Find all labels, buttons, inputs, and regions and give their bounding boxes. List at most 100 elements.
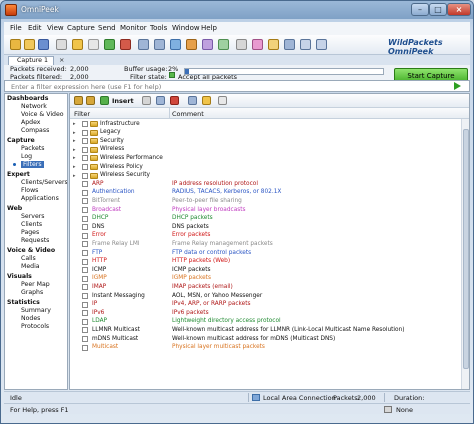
filter-enable-checkbox[interactable] <box>82 121 88 127</box>
nav-item-applications[interactable]: Applications <box>21 195 59 202</box>
filter-row[interactable]: IPv6 IPv6 packets <box>70 309 461 318</box>
network-icon[interactable] <box>154 39 165 50</box>
filter-row[interactable]: ICMP ICMP packets <box>70 266 461 275</box>
scrollbar-thumb[interactable] <box>463 129 469 369</box>
maximize-button[interactable]: □ <box>429 3 447 16</box>
menu-help[interactable]: Help <box>201 24 217 32</box>
nav-item-requests[interactable]: Requests <box>21 237 49 244</box>
filter-enable-checkbox[interactable] <box>82 198 88 205</box>
filter-row[interactable]: Error Error packets <box>70 232 461 241</box>
filter-enable-checkbox[interactable] <box>82 241 88 248</box>
tab-capture-1[interactable]: Capture 1 <box>8 56 54 65</box>
filter-enable-checkbox[interactable] <box>82 293 88 299</box>
column-header-filter[interactable]: Filter <box>74 110 90 118</box>
filter-row[interactable]: Instant Messaging AOL, MSN, or Yahoo Mess… <box>70 292 461 301</box>
filter-enable-checkbox[interactable] <box>82 224 88 231</box>
new-capture-icon[interactable] <box>10 39 21 50</box>
expand-arrow-icon[interactable]: ▸ <box>73 164 76 170</box>
nav-item-nodes[interactable]: Nodes <box>21 315 40 322</box>
insert-icon[interactable] <box>100 96 109 105</box>
nav-visuals-header[interactable]: Visuals <box>7 273 32 280</box>
nav-item-compass[interactable]: Compass <box>21 127 49 134</box>
filter-row[interactable]: LDAP Lightweight directory access protoco… <box>70 318 461 327</box>
folder-icon[interactable] <box>72 39 83 50</box>
filter-enable-checkbox[interactable] <box>82 129 88 136</box>
adapter-icon[interactable] <box>170 39 181 50</box>
menu-window[interactable]: Window <box>172 24 200 32</box>
filter-row[interactable]: ▸ Wireless Policy <box>70 163 461 172</box>
filter-row[interactable]: Multicast Physical layer multicast packet… <box>70 344 461 353</box>
filter-enable-checkbox[interactable] <box>82 138 88 145</box>
menu-capture[interactable]: Capture <box>67 24 95 32</box>
filter-enable-checkbox[interactable] <box>82 155 88 162</box>
menu-file[interactable]: File <box>10 24 22 32</box>
nav-item-apdex[interactable]: Apdex <box>21 119 40 126</box>
column-separator[interactable] <box>169 108 170 119</box>
nav-item-calls[interactable]: Calls <box>21 255 36 262</box>
nav-item-clients-servers[interactable]: Clients/Servers <box>21 179 67 186</box>
filter-enable-checkbox[interactable] <box>82 284 88 291</box>
menu-tools[interactable]: Tools <box>150 24 167 32</box>
filter-enable-checkbox[interactable] <box>82 275 88 282</box>
print-icon[interactable] <box>56 39 67 50</box>
filter-enable-checkbox[interactable] <box>82 207 88 213</box>
duplicate-icon[interactable] <box>156 96 165 105</box>
nav-item-network[interactable]: Network <box>21 103 47 110</box>
apply-filter-arrow-icon[interactable] <box>454 82 461 90</box>
expand-arrow-icon[interactable]: ▸ <box>73 155 76 161</box>
insert-button[interactable]: Insert <box>112 97 134 105</box>
nav-web-header[interactable]: Web <box>7 205 22 212</box>
filter-expression-input[interactable] <box>11 82 447 91</box>
delete-icon[interactable] <box>170 96 179 105</box>
edit-icon[interactable] <box>142 96 151 105</box>
filter-row[interactable]: IP IPv4, ARP, or RARP packets <box>70 301 461 310</box>
filter-row[interactable]: LLMNR Multicast Well-known multicast addr… <box>70 326 461 335</box>
nav-item-packets[interactable]: Packets <box>21 145 44 152</box>
filter-group-icon[interactable] <box>86 96 95 105</box>
minimize-button[interactable]: – <box>411 3 429 16</box>
filter-row[interactable]: ARP IP address resolution protocol <box>70 180 461 189</box>
menu-send[interactable]: Send <box>98 24 116 32</box>
filter-row[interactable]: HTTP HTTP packets (Web) <box>70 258 461 267</box>
nav-expert-header[interactable]: Expert <box>7 171 30 178</box>
nav-statistics-header[interactable]: Statistics <box>7 299 40 306</box>
nav-item-graphs[interactable]: Graphs <box>21 289 43 296</box>
open-file-icon[interactable] <box>24 39 35 50</box>
nav-item-peer-map[interactable]: Peer Map <box>21 281 50 288</box>
expand-arrow-icon[interactable]: ▸ <box>73 138 76 144</box>
nav-item-flows[interactable]: Flows <box>21 187 38 194</box>
expand-arrow-icon[interactable]: ▸ <box>73 121 76 127</box>
filter-enable-checkbox[interactable] <box>82 301 88 308</box>
nav-voice-video-header[interactable]: Voice & Video <box>7 247 55 254</box>
filter-enable-checkbox[interactable] <box>82 327 88 334</box>
filter-row[interactable]: IMAP IMAP packets (email) <box>70 283 461 292</box>
expand-arrow-icon[interactable]: ▸ <box>73 173 76 179</box>
filter-enable-checkbox[interactable] <box>82 172 88 179</box>
close-button[interactable]: × <box>447 3 471 16</box>
filter-enable-checkbox[interactable] <box>82 318 88 325</box>
nav-item-servers[interactable]: Servers <box>21 213 45 220</box>
filter-row[interactable]: mDNS Multicast Well-known multicast addre… <box>70 335 461 344</box>
window-icon[interactable] <box>284 39 295 50</box>
view-icon[interactable] <box>218 96 227 105</box>
nav-item-filters[interactable]: Filters <box>21 161 44 168</box>
filter-row[interactable]: ▸ Legacy <box>70 129 461 138</box>
filter-enable-checkbox[interactable] <box>82 215 88 222</box>
nav-item-pages[interactable]: Pages <box>21 229 39 236</box>
folder-open-icon[interactable] <box>268 39 279 50</box>
filter-row[interactable]: ▸ Wireless Performance <box>70 154 461 163</box>
expand-arrow-icon[interactable]: ▸ <box>73 147 76 153</box>
filter-row[interactable]: Authentication RADIUS, TACACS, Kerberos, … <box>70 189 461 198</box>
expand-arrow-icon[interactable]: ▸ <box>73 130 76 136</box>
options-icon[interactable] <box>236 39 247 50</box>
filter-row[interactable]: FTP FTP data or control packets <box>70 249 461 258</box>
filter-row[interactable]: ▸ Security <box>70 137 461 146</box>
help-icon[interactable] <box>300 39 311 50</box>
filter-icon[interactable] <box>74 96 83 105</box>
filter-row[interactable]: DNS DNS packets <box>70 223 461 232</box>
filter-enable-checkbox[interactable] <box>82 258 88 265</box>
filter-row[interactable]: ▸ Infrastructure <box>70 120 461 129</box>
nav-item-protocols[interactable]: Protocols <box>21 323 49 330</box>
nav-item-media[interactable]: Media <box>21 263 40 270</box>
context-help-icon[interactable] <box>316 39 327 50</box>
